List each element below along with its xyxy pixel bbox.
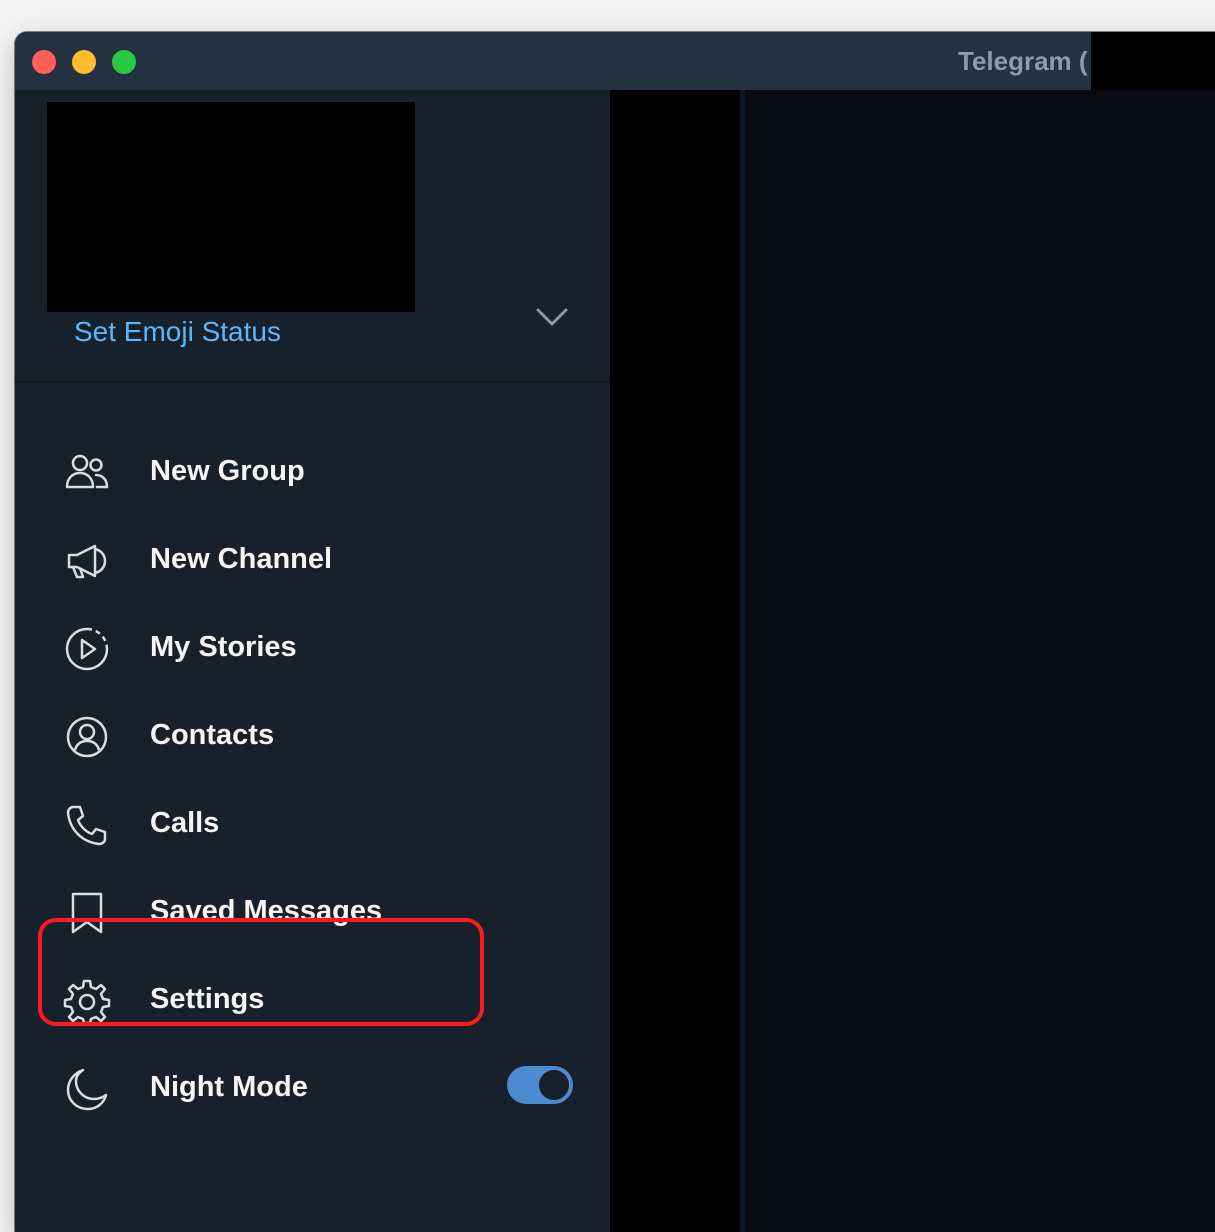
menu-item-settings[interactable]: Settings [15, 957, 610, 1045]
contact-circle-icon [66, 716, 108, 758]
stories-play-icon [65, 627, 109, 671]
menu-label-new-channel: New Channel [150, 543, 333, 575]
chevron-down-icon[interactable] [532, 302, 572, 332]
desktop-background [0, 0, 15, 1211]
phone-icon [66, 805, 107, 846]
redacted-chat-content [745, 90, 1215, 1232]
night-mode-toggle[interactable] [507, 1066, 573, 1104]
menu-item-new-group[interactable]: New Group [15, 429, 610, 517]
redacted-chat-list [610, 90, 740, 1232]
window-title: Telegram ( [958, 46, 1088, 76]
menu-label-contacts: Contacts [150, 719, 275, 751]
megaphone-icon [67, 544, 107, 579]
menu-item-contacts[interactable]: Contacts [15, 693, 610, 781]
main-menu-sidebar: Set Emoji Status New Group New Channel M… [15, 90, 610, 1232]
menu-item-my-stories[interactable]: My Stories [15, 605, 610, 693]
menu-label-calls: Calls [150, 807, 220, 839]
menu-label-new-group: New Group [150, 455, 305, 487]
chat-area [610, 90, 1215, 1232]
menu-label-saved-messages: Saved Messages [150, 895, 383, 927]
redacted-profile-area [47, 102, 415, 312]
bookmark-icon [71, 892, 103, 934]
menu-label-night-mode: Night Mode [150, 1071, 308, 1103]
gear-icon [63, 979, 111, 1025]
menu-item-new-channel[interactable]: New Channel [15, 517, 610, 605]
set-emoji-status-link[interactable]: Set Emoji Status [74, 316, 281, 348]
maximize-window-button[interactable] [112, 50, 136, 74]
title-bar: Telegram ( [15, 32, 1215, 106]
menu-item-saved-messages[interactable]: Saved Messages [15, 869, 610, 957]
menu-label-my-stories: My Stories [150, 631, 297, 663]
minimize-window-button[interactable] [72, 50, 96, 74]
telegram-window: Telegram ( Set Emoji Status New Group Ne… [15, 32, 1215, 1232]
menu-item-night-mode[interactable]: Night Mode [15, 1045, 610, 1133]
menu-item-calls[interactable]: Calls [15, 781, 610, 869]
moon-icon [66, 1068, 108, 1111]
profile-divider [15, 381, 610, 383]
close-window-button[interactable] [32, 50, 56, 74]
people-icon [65, 454, 109, 489]
menu-label-settings: Settings [150, 983, 265, 1015]
toggle-knob [537, 1068, 571, 1102]
